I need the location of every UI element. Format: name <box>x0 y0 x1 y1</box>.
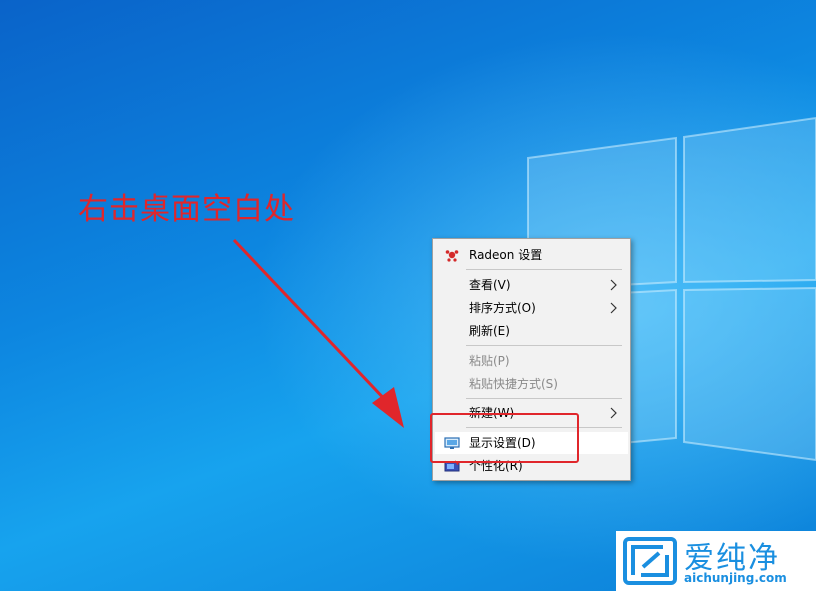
chevron-right-icon <box>610 407 617 419</box>
menu-item-refresh[interactable]: 刷新(E) <box>435 320 628 342</box>
chevron-right-icon <box>610 302 617 314</box>
menu-separator <box>466 269 622 270</box>
menu-separator <box>466 398 622 399</box>
menu-item-label: 刷新(E) <box>469 324 510 338</box>
watermark: 爱纯净 aichunjing.com <box>616 531 816 591</box>
windows-logo-light <box>527 116 816 462</box>
menu-item-sort-by[interactable]: 排序方式(O) <box>435 297 628 319</box>
menu-item-label: Radeon 设置 <box>469 248 543 262</box>
menu-item-label: 粘贴(P) <box>469 354 510 368</box>
menu-item-view[interactable]: 查看(V) <box>435 274 628 296</box>
display-settings-highlight-box <box>430 413 579 463</box>
watermark-url: aichunjing.com <box>684 571 787 585</box>
annotation-text: 右击桌面空白处 <box>78 192 295 227</box>
menu-item-paste[interactable]: 粘贴(P) <box>435 350 628 372</box>
menu-item-label: 排序方式(O) <box>469 301 536 315</box>
menu-item-label: 粘贴快捷方式(S) <box>469 377 558 391</box>
radeon-icon <box>445 250 459 262</box>
menu-item-label: 查看(V) <box>469 278 511 292</box>
menu-item-radeon-settings[interactable]: Radeon 设置 <box>435 244 628 266</box>
aichunjing-logo-icon <box>623 537 677 585</box>
menu-item-paste-shortcut[interactable]: 粘贴快捷方式(S) <box>435 373 628 395</box>
menu-separator <box>466 345 622 346</box>
chevron-right-icon <box>610 279 617 291</box>
